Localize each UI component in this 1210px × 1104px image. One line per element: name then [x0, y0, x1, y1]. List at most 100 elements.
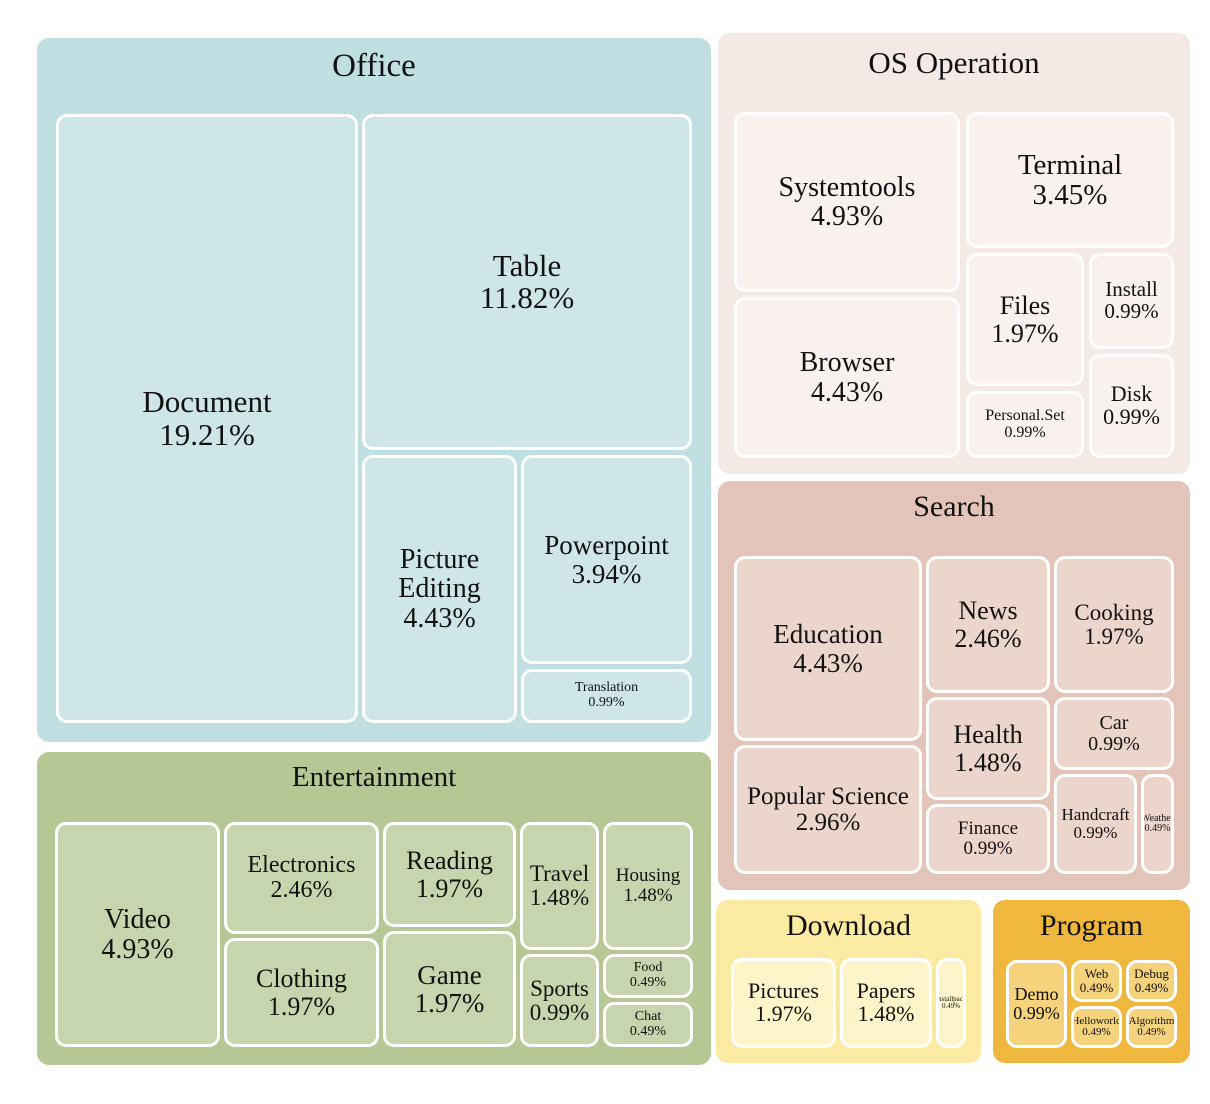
- cell-label-finance: Finance: [957, 818, 1019, 840]
- treemap-cell-files[interactable]: Files 1.97%: [966, 253, 1084, 386]
- cell-label-housing: Housing: [615, 865, 681, 887]
- cell-label-video: Video: [104, 904, 171, 936]
- treemap-cell-car[interactable]: Car 0.99%: [1054, 697, 1174, 770]
- treemap-cell-handcraft[interactable]: Handcraft 0.99%: [1054, 774, 1137, 874]
- cell-value-sports: 0.99%: [529, 999, 590, 1025]
- treemap-cell-education[interactable]: Education 4.43%: [734, 556, 922, 741]
- cell-label-papers: Papers: [856, 978, 916, 1004]
- cell-value-weather: 0.49%: [1144, 823, 1171, 834]
- treemap-cell-weather[interactable]: Weather 0.49%: [1141, 774, 1174, 874]
- cell-label-pictures: Pictures: [748, 978, 819, 1004]
- cell-value-popular-science: 2.96%: [795, 808, 861, 836]
- treemap-group-program[interactable]: Program Demo 0.99% Web 0.49% Helloworld …: [993, 900, 1190, 1063]
- treemap-cell-debug[interactable]: Debug 0.49%: [1126, 960, 1177, 1002]
- treemap-cell-sports[interactable]: Sports 0.99%: [520, 954, 599, 1047]
- treemap-cell-table[interactable]: Table 11.82%: [362, 114, 692, 450]
- treemap-cell-install[interactable]: Install 0.99%: [1089, 253, 1174, 349]
- treemap-cell-demo[interactable]: Demo 0.99%: [1006, 960, 1067, 1048]
- cell-value-video: 4.93%: [101, 933, 174, 965]
- cell-label-web: Web: [1084, 966, 1109, 982]
- cell-value-browser: 4.43%: [810, 376, 884, 408]
- cell-value-disk: 0.99%: [1103, 404, 1160, 429]
- cell-label-picture-editing: Picture Editing: [398, 544, 481, 605]
- cell-value-news: 2.46%: [954, 623, 1022, 653]
- treemap-cell-clothing[interactable]: Clothing 1.97%: [224, 938, 379, 1047]
- treemap-cell-electronics[interactable]: Electronics 2.46%: [224, 822, 379, 934]
- cell-label-terminal: Terminal: [1017, 148, 1123, 181]
- treemap-cell-popular-science[interactable]: Popular Science 2.96%: [734, 745, 922, 874]
- cell-label-systemtools: Systemtools: [778, 171, 916, 203]
- cell-label-powerpoint: Powerpoint: [544, 530, 669, 561]
- treemap-cell-installpack[interactable]: Installpack 0.49%: [936, 958, 966, 1048]
- cell-value-picture-editing: 4.43%: [403, 602, 476, 634]
- cell-value-food: 0.49%: [629, 975, 667, 990]
- cell-value-car: 0.99%: [1088, 732, 1140, 755]
- group-title-os-operation: OS Operation: [868, 45, 1040, 80]
- cell-value-travel: 1.48%: [529, 885, 590, 910]
- treemap-cell-disk[interactable]: Disk 0.99%: [1089, 354, 1174, 458]
- treemap-cell-systemtools[interactable]: Systemtools 4.93%: [734, 112, 960, 292]
- treemap-cell-translation[interactable]: Translation 0.99%: [521, 669, 692, 723]
- cell-label-disk: Disk: [1110, 381, 1153, 407]
- cell-value-table: 11.82%: [479, 280, 575, 315]
- cell-label-electronics: Electronics: [247, 852, 356, 879]
- treemap-cell-document[interactable]: Document 19.21%: [56, 114, 358, 723]
- treemap-chart: Office Document 19.21% Table 11.82% Pict…: [0, 0, 1210, 1104]
- cell-label-news: News: [958, 596, 1018, 626]
- cell-label-install: Install: [1105, 277, 1158, 302]
- treemap-cell-web[interactable]: Web 0.49%: [1071, 960, 1122, 1002]
- treemap-group-download[interactable]: Download Pictures 1.97% Papers 1.48% Ins…: [716, 900, 981, 1063]
- treemap-cell-video[interactable]: Video 4.93%: [55, 822, 220, 1047]
- treemap-cell-papers[interactable]: Papers 1.48%: [840, 958, 932, 1048]
- group-title-download: Download: [786, 909, 911, 942]
- treemap-cell-travel[interactable]: Travel 1.48%: [520, 822, 599, 950]
- cell-label-document: Document: [142, 384, 272, 420]
- treemap-cell-powerpoint[interactable]: Powerpoint 3.94%: [521, 455, 692, 664]
- cell-value-installpack: 0.49%: [941, 1002, 961, 1010]
- cell-value-personal-set: 0.99%: [1004, 423, 1046, 441]
- treemap-cell-helloworld[interactable]: Helloworld 0.49%: [1071, 1006, 1122, 1048]
- group-title-program: Program: [1039, 909, 1144, 942]
- treemap-cell-chat[interactable]: Chat 0.49%: [603, 1002, 693, 1047]
- treemap-cell-food[interactable]: Food 0.49%: [603, 954, 693, 998]
- treemap-cell-health[interactable]: Health 1.48%: [926, 697, 1050, 800]
- treemap-cell-algorithm[interactable]: Algorithm 0.49%: [1126, 1006, 1177, 1048]
- cell-label-debug: Debug: [1134, 966, 1169, 982]
- cell-label-handcraft: Handcraft: [1061, 805, 1130, 825]
- cell-value-education: 4.43%: [793, 647, 863, 678]
- cell-value-algorithm: 0.49%: [1137, 1026, 1166, 1038]
- treemap-cell-finance[interactable]: Finance 0.99%: [926, 804, 1050, 874]
- cell-value-pictures: 1.97%: [755, 1001, 812, 1026]
- treemap-cell-picture-editing[interactable]: Picture Editing 4.43%: [362, 455, 517, 723]
- cell-value-powerpoint: 3.94%: [571, 558, 642, 589]
- cell-value-files: 1.97%: [991, 318, 1059, 348]
- treemap-cell-housing[interactable]: Housing 1.48%: [603, 822, 693, 950]
- treemap-group-search[interactable]: Search Education 4.43% Popular Science 2…: [718, 481, 1190, 890]
- cell-label-reading: Reading: [406, 846, 493, 876]
- treemap-cell-terminal[interactable]: Terminal 3.45%: [966, 112, 1174, 248]
- treemap-cell-reading[interactable]: Reading 1.97%: [383, 822, 516, 927]
- cell-value-web: 0.49%: [1079, 980, 1114, 995]
- cell-value-papers: 1.48%: [857, 1001, 915, 1026]
- treemap-group-entertainment[interactable]: Entertainment Video 4.93% Electronics 2.…: [37, 752, 711, 1065]
- treemap-cell-pictures[interactable]: Pictures 1.97%: [731, 958, 836, 1048]
- treemap-cell-personal-set[interactable]: Personal.Set 0.99%: [966, 391, 1084, 458]
- treemap-group-os-operation[interactable]: OS Operation Systemtools 4.93% Browser 4…: [718, 33, 1190, 474]
- cell-value-finance: 0.99%: [963, 838, 1013, 859]
- cell-label-popular-science: Popular Science: [747, 782, 909, 810]
- cell-label-table: Table: [492, 247, 562, 283]
- group-title-office: Office: [332, 48, 416, 84]
- treemap-group-office[interactable]: Office Document 19.21% Table 11.82% Pict…: [37, 38, 711, 742]
- cell-value-chat: 0.49%: [629, 1023, 667, 1039]
- group-title-search: Search: [913, 490, 995, 523]
- treemap-cell-cooking[interactable]: Cooking 1.97%: [1054, 556, 1174, 693]
- cell-value-handcraft: 0.99%: [1073, 823, 1118, 842]
- cell-label-personal-set: Personal.Set: [985, 406, 1065, 424]
- cell-label-cooking: Cooking: [1074, 599, 1154, 625]
- cell-value-reading: 1.97%: [415, 873, 484, 903]
- cell-value-systemtools: 4.93%: [810, 201, 884, 232]
- treemap-cell-game[interactable]: Game 1.97%: [383, 931, 516, 1047]
- treemap-cell-browser[interactable]: Browser 4.43%: [734, 297, 960, 458]
- cell-value-terminal: 3.45%: [1032, 179, 1108, 211]
- treemap-cell-news[interactable]: News 2.46%: [926, 556, 1050, 693]
